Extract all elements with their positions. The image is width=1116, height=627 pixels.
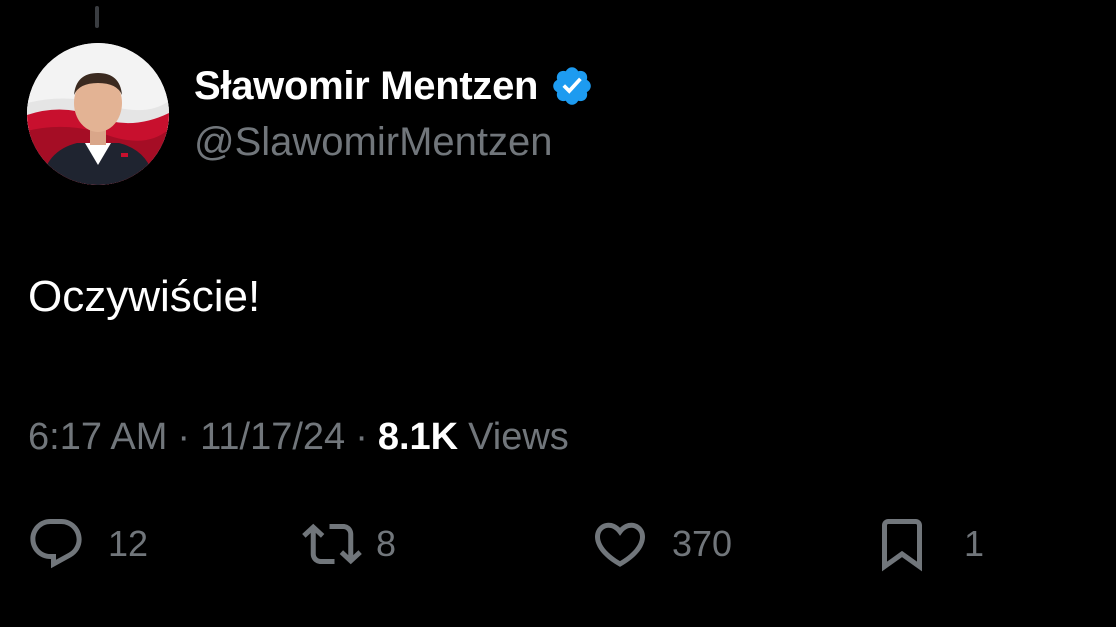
tweet-date[interactable]: 11/17/24 [200,416,345,459]
thread-connector-line [95,6,99,28]
avatar-image [27,43,169,185]
reply-icon[interactable] [26,514,86,574]
views-count[interactable]: 8.1K [378,416,458,459]
author-name-row[interactable]: Sławomir Mentzen [194,58,594,114]
avatar[interactable] [27,43,169,185]
retweet-icon[interactable] [302,514,362,574]
author-display-name[interactable]: Sławomir Mentzen [194,64,538,109]
meta-separator: · [355,416,368,458]
verified-badge-icon [550,64,594,108]
author-handle[interactable]: @SlawomirMentzen [194,120,553,165]
retweet-count: 8 [376,523,397,564]
tweet-time[interactable]: 6:17 AM [28,416,167,459]
bookmark-button[interactable]: 1 [872,514,984,574]
tweet-metadata: 6:17 AM · 11/17/24 · 8.1K Views [28,416,569,459]
like-button[interactable]: 370 [590,514,732,574]
heart-icon[interactable] [590,514,650,574]
bookmark-icon[interactable] [872,514,932,574]
tweet-text: Oczywiście! [28,272,261,321]
views-label[interactable]: Views [468,416,569,459]
meta-separator: · [177,416,191,458]
retweet-button[interactable]: 8 [302,514,396,574]
reply-button[interactable]: 12 [26,514,148,574]
bookmark-count: 1 [964,523,985,564]
like-count: 370 [672,523,733,564]
reply-count: 12 [108,523,149,564]
